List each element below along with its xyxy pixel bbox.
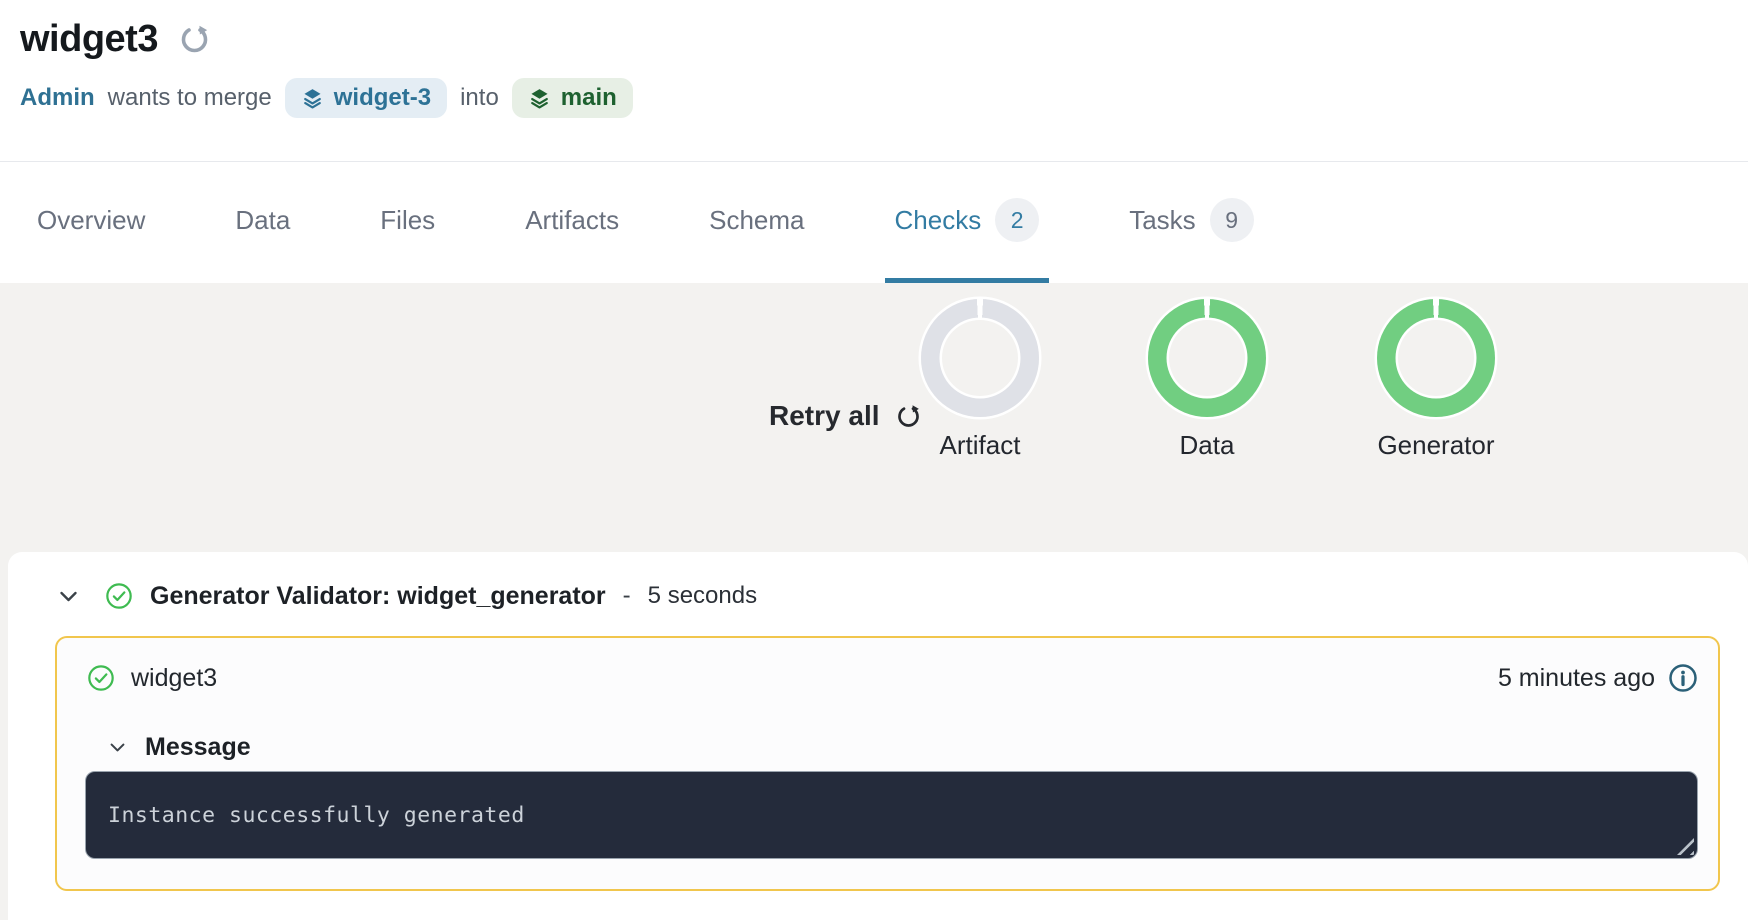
chevron-down-icon: [59, 590, 78, 603]
author-link[interactable]: Admin: [20, 84, 95, 112]
page-title: widget3: [20, 18, 158, 61]
resize-grip[interactable]: [1677, 838, 1694, 855]
check-duration: 5 seconds: [648, 582, 757, 610]
checks-summary-section: Retry all Artifact Data Generator: [0, 283, 1748, 552]
donut-label: Data: [1180, 430, 1235, 461]
check-row-header: Generator Validator: widget_generator - …: [8, 576, 1748, 616]
tab-overview[interactable]: Overview: [27, 162, 155, 283]
tab-artifacts[interactable]: Artifacts: [515, 162, 629, 283]
donut-ring-success: [1148, 299, 1266, 417]
checks-detail-section: Generator Validator: widget_generator - …: [0, 552, 1748, 920]
status-donut-data: Data: [1148, 299, 1266, 461]
tab-data[interactable]: Data: [225, 162, 300, 283]
result-name: widget3: [131, 664, 217, 693]
page-header: widget3 Admin wants to merge widget-3 in…: [0, 0, 1748, 161]
message-row: Message: [109, 732, 1698, 762]
tab-files[interactable]: Files: [370, 162, 445, 283]
tab-tasks[interactable]: Tasks 9: [1119, 162, 1263, 283]
retry-all-label: Retry all: [769, 400, 880, 432]
status-donut-generator: Generator: [1377, 299, 1495, 461]
message-label: Message: [145, 733, 251, 762]
tab-bar: Overview Data Files Artifacts Schema Che…: [0, 161, 1748, 283]
check-success-icon: [87, 664, 115, 692]
branch-stack-icon: [528, 87, 551, 110]
checks-count-badge: 2: [995, 198, 1039, 242]
tab-checks[interactable]: Checks 2: [885, 162, 1050, 283]
branch-stack-icon: [301, 87, 324, 110]
check-result-card: widget3 5 minutes ago: [55, 636, 1720, 891]
result-header: widget3 5 minutes ago: [85, 660, 1698, 696]
message-output-textarea[interactable]: Instance successfully generated: [85, 771, 1698, 859]
merge-summary: Admin wants to merge widget-3 into main: [20, 77, 1724, 119]
collapse-check-button[interactable]: [59, 590, 78, 603]
donut-ring-pending: [921, 299, 1039, 417]
target-branch-label: main: [561, 84, 617, 112]
tab-schema[interactable]: Schema: [699, 162, 814, 283]
refresh-icon[interactable]: [178, 23, 211, 56]
source-branch-label: widget-3: [334, 84, 431, 112]
result-timestamp: 5 minutes ago: [1498, 664, 1655, 693]
result-meta: 5 minutes ago: [1498, 663, 1698, 693]
message-text: Instance successfully generated: [108, 803, 525, 828]
retry-all-button[interactable]: Retry all: [769, 397, 922, 435]
collapse-message-button[interactable]: [109, 742, 126, 753]
status-donut-artifact: Artifact: [921, 299, 1039, 461]
info-icon[interactable]: [1668, 663, 1698, 693]
retry-icon: [895, 403, 922, 430]
source-branch-pill[interactable]: widget-3: [285, 78, 447, 118]
donut-ring-success: [1377, 299, 1495, 417]
merge-preposition-text: into: [460, 84, 499, 112]
check-title: Generator Validator: widget_generator: [150, 582, 606, 611]
merge-action-text: wants to merge: [108, 84, 272, 112]
check-separator: -: [623, 582, 631, 610]
target-branch-pill[interactable]: main: [512, 78, 633, 118]
checks-card: Generator Validator: widget_generator - …: [8, 552, 1748, 920]
title-row: widget3: [20, 14, 1724, 64]
donut-label: Artifact: [940, 430, 1021, 461]
tasks-count-badge: 9: [1210, 198, 1254, 242]
chevron-down-icon: [109, 742, 126, 753]
check-success-icon: [105, 582, 133, 610]
donut-label: Generator: [1377, 430, 1494, 461]
